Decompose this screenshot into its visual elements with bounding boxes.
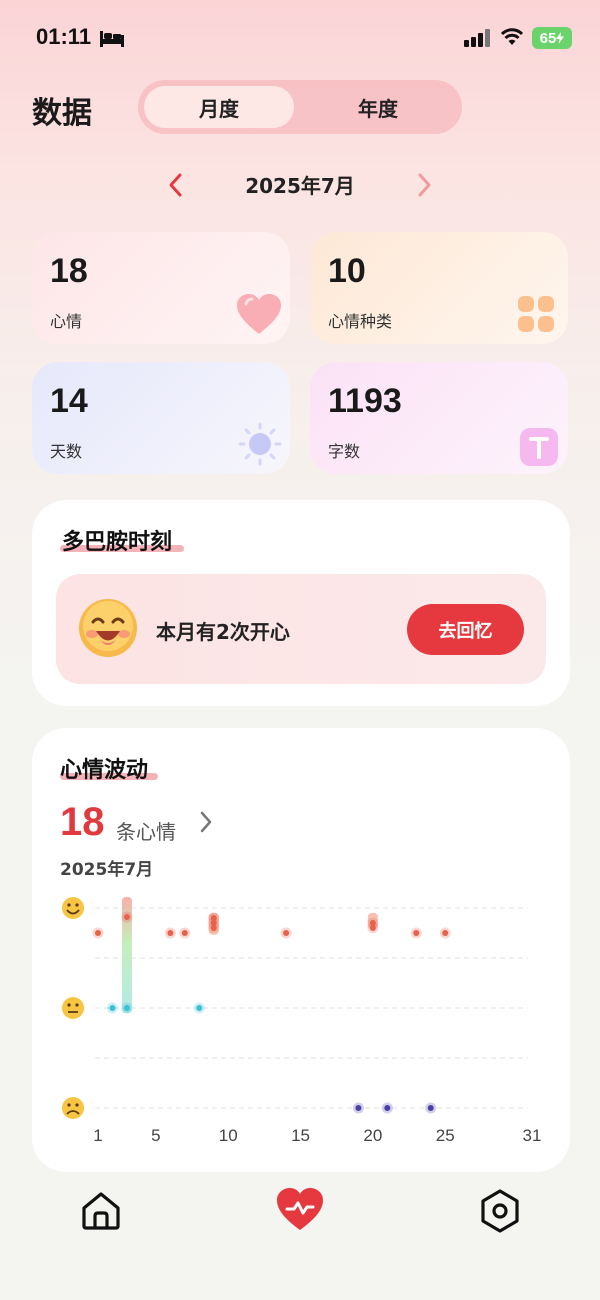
mood-wave-title: 心情波动 — [60, 758, 149, 783]
mood-point[interactable] — [167, 930, 174, 936]
charging-bolt-icon — [556, 32, 565, 44]
chevron-right-icon[interactable] — [198, 810, 214, 834]
status-time: 01:11 — [36, 24, 92, 49]
dopamine-title: 多巴胺时刻 — [62, 530, 173, 555]
x-tick-label: 20 — [363, 1126, 382, 1145]
mood-chart-heart-icon[interactable] — [276, 1188, 324, 1232]
stat-value: 10 — [328, 252, 366, 290]
mood-point[interactable] — [123, 1005, 130, 1011]
bed-icon — [100, 31, 124, 47]
x-tick-label: 31 — [523, 1126, 542, 1145]
neutral-face-icon — [62, 997, 84, 1019]
stat-value: 14 — [50, 382, 88, 420]
smile-face-icon — [62, 897, 84, 919]
stat-label: 字数 — [328, 442, 361, 461]
current-month: 2025年7月 — [245, 174, 355, 198]
battery-level: 65 — [539, 29, 557, 47]
chart-month-label: 2025年7月 — [60, 860, 154, 880]
sun-icon — [238, 422, 282, 466]
home-icon[interactable] — [80, 1190, 122, 1232]
mood-point[interactable] — [283, 930, 290, 936]
happy-count-message: 本月有2次开心 — [156, 620, 290, 644]
mood-point[interactable] — [109, 1005, 116, 1011]
mood-point[interactable] — [181, 930, 188, 936]
x-tick-label: 1 — [93, 1126, 102, 1145]
x-tick-label: 25 — [436, 1126, 455, 1145]
stat-card-days[interactable]: 14 天数 — [32, 362, 290, 474]
mood-point[interactable] — [95, 930, 101, 936]
previous-month-icon[interactable] — [166, 170, 186, 200]
stat-value: 18 — [50, 252, 88, 290]
tab-monthly[interactable]: 月度 — [144, 86, 294, 128]
grid-icon — [518, 296, 554, 332]
laughing-face-icon — [79, 599, 137, 657]
mood-point[interactable] — [369, 925, 376, 931]
page-title: 数据 — [32, 96, 92, 131]
go-recall-button[interactable]: 去回忆 — [407, 604, 524, 655]
wifi-icon — [500, 28, 524, 45]
next-month-icon[interactable] — [414, 170, 434, 200]
x-tick-label: 15 — [291, 1126, 310, 1145]
stat-card-moods[interactable]: 18 心情 — [32, 232, 290, 344]
stat-card-mood-types[interactable]: 10 心情种类 — [310, 232, 568, 344]
text-icon — [520, 428, 558, 466]
mood-point[interactable] — [210, 925, 217, 931]
stat-card-words[interactable]: 1193 字数 — [310, 362, 568, 474]
mood-point[interactable] — [196, 1005, 203, 1011]
mood-point[interactable] — [413, 930, 420, 936]
cellular-signal-icon — [464, 29, 490, 47]
stat-label: 心情 — [50, 312, 83, 331]
battery-indicator: 65 — [532, 27, 572, 49]
mood-count-unit: 条心情 — [116, 820, 176, 844]
stat-label: 天数 — [50, 442, 83, 461]
mood-chart: 1 5 10 15 20 25 31 — [62, 897, 542, 1145]
heart-icon — [237, 294, 281, 334]
mood-point[interactable] — [427, 1105, 434, 1111]
mood-point[interactable] — [123, 914, 130, 920]
x-tick-label: 5 — [151, 1126, 160, 1145]
mood-point[interactable] — [442, 930, 449, 936]
x-tick-label: 10 — [219, 1126, 238, 1145]
tab-yearly[interactable]: 年度 — [300, 86, 456, 128]
mood-count: 18 — [60, 800, 105, 844]
settings-icon[interactable] — [478, 1188, 522, 1234]
stat-label: 心情种类 — [328, 312, 393, 331]
mood-point[interactable] — [355, 1105, 362, 1111]
mood-point[interactable] — [384, 1105, 391, 1111]
stat-value: 1193 — [328, 382, 402, 420]
frown-face-icon — [62, 1097, 84, 1119]
